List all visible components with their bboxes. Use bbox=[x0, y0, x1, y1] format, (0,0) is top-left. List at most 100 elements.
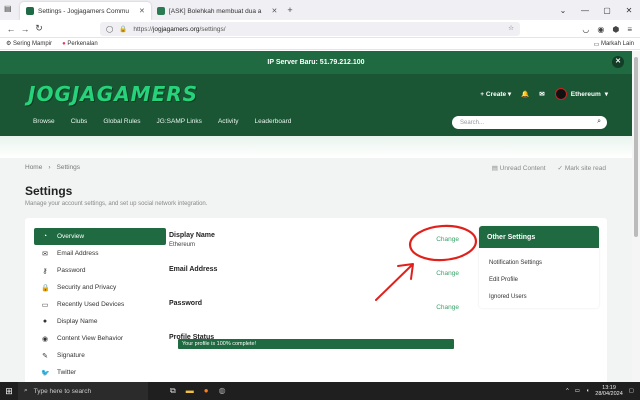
window-controls: ⌄ — ▢ ✕ bbox=[552, 0, 640, 20]
sidebar-item-display-name[interactable]: ● Display Name bbox=[34, 313, 166, 330]
breadcrumb-actions: ▤ Unread Content ✓ Mark site read bbox=[492, 164, 606, 172]
ignored-users-link[interactable]: Ignored Users bbox=[479, 288, 599, 305]
tab-settings[interactable]: Settings - Jogjagamers Commu ✕ bbox=[20, 2, 151, 20]
envelope-icon[interactable]: ✉ bbox=[539, 90, 544, 98]
task-view-icon[interactable]: ⧉ bbox=[170, 386, 176, 396]
change-display-name-button[interactable]: Change bbox=[436, 236, 459, 243]
notification-settings-link[interactable]: Notification Settings bbox=[479, 254, 599, 271]
pencil-icon: ✎ bbox=[42, 352, 48, 360]
header-band bbox=[0, 136, 632, 158]
account-icon[interactable]: ◉ bbox=[597, 25, 604, 34]
close-tab-icon[interactable]: ✕ bbox=[139, 7, 145, 15]
envelope-icon: ✉ bbox=[42, 250, 48, 258]
display-name-row: Display Name Ethereum Change bbox=[169, 232, 459, 248]
sidebar-item-overview[interactable]: ◔ Overview bbox=[34, 228, 166, 245]
email-row: Email Address Change bbox=[169, 266, 459, 277]
bookmarks-bar: ⚙ Sering Mampir ● Perkenalan ▭ Markah La… bbox=[0, 38, 640, 50]
notifications-icon[interactable]: ▢ bbox=[629, 388, 634, 394]
settings-sidebar: ◔ Overview ✉ Email Address ⚷ Password 🔒 Secu… bbox=[34, 228, 166, 381]
tray-chevron-icon[interactable]: ^ bbox=[566, 388, 569, 394]
menu-icon[interactable]: ≡ bbox=[627, 25, 632, 34]
close-icon[interactable]: ✕ bbox=[612, 56, 624, 68]
lock-icon[interactable]: 🔒 bbox=[119, 25, 127, 33]
back-icon[interactable]: ← bbox=[4, 24, 18, 34]
taskbar-search-input[interactable]: ⌕ Type here to search bbox=[18, 382, 148, 400]
firefox-icon[interactable]: ● bbox=[204, 386, 209, 396]
tab-list-icon[interactable]: ▤ bbox=[4, 4, 14, 14]
site-header: JOGJAGAMERS + Create ▾ 🔔 ✉ Ethereum ▾ Br… bbox=[0, 74, 632, 136]
other-bookmarks[interactable]: ▭ Markah Lain bbox=[594, 38, 634, 50]
announcement-text: IP Server Baru: 51.79.212.100 bbox=[267, 59, 365, 66]
toolbar-right: ◡ ◉ ⬢ ≡ bbox=[582, 20, 632, 38]
address-bar[interactable]: ◯ 🔒 https://jogjagamers.org/settings/ ☆ bbox=[100, 22, 520, 36]
new-tab-icon[interactable]: + bbox=[287, 5, 292, 15]
edit-profile-link[interactable]: Edit Profile bbox=[479, 271, 599, 288]
site-favicon-icon bbox=[26, 7, 34, 15]
extensions-icon[interactable]: ⬢ bbox=[612, 25, 619, 34]
scrollbar-thumb[interactable] bbox=[634, 57, 638, 237]
sidebar-item-devices[interactable]: ▭ Recently Used Devices bbox=[34, 296, 166, 313]
twitter-icon: 🐦 bbox=[41, 369, 50, 377]
bookmark-perkenalan[interactable]: ● Perkenalan bbox=[62, 41, 98, 47]
clock[interactable]: 13:19 28/04/2024 bbox=[595, 385, 623, 398]
reload-icon[interactable]: ↻ bbox=[32, 23, 46, 34]
shield-icon[interactable]: ◯ bbox=[106, 25, 113, 33]
sidebar-item-twitter[interactable]: 🐦 Twitter bbox=[34, 364, 166, 381]
breadcrumb: Home › Settings bbox=[25, 164, 81, 171]
close-window-icon[interactable]: ✕ bbox=[618, 6, 640, 15]
profile-progress-bar: Your profile is 100% complete! bbox=[178, 339, 454, 349]
password-row: Password Change bbox=[169, 300, 459, 311]
search-icon: ⌕ bbox=[24, 387, 28, 394]
page-title: Settings bbox=[25, 184, 73, 198]
password-label: Password bbox=[169, 300, 203, 307]
user-bar: + Create ▾ 🔔 ✉ Ethereum ▾ bbox=[480, 88, 608, 100]
volume-icon[interactable]: ◖ bbox=[586, 388, 589, 394]
sidebar-item-password[interactable]: ⚷ Password bbox=[34, 262, 166, 279]
menu-item-browse[interactable]: Browse bbox=[33, 118, 55, 125]
minimize-icon[interactable]: — bbox=[574, 6, 596, 15]
maximize-icon[interactable]: ▢ bbox=[596, 6, 618, 15]
network-icon[interactable]: ▭ bbox=[575, 388, 580, 394]
user-icon: ● bbox=[42, 318, 48, 325]
taskbar-apps: ⧉ ▬ ● ◍ bbox=[170, 386, 226, 396]
search-icon[interactable]: ⌕ bbox=[597, 118, 601, 126]
menu-item-samp-links[interactable]: JG:SAMP Links bbox=[157, 118, 202, 125]
user-menu[interactable]: Ethereum ▾ bbox=[554, 88, 608, 100]
file-explorer-icon[interactable]: ▬ bbox=[186, 386, 194, 396]
change-password-button[interactable]: Change bbox=[436, 304, 459, 311]
menu-item-clubs[interactable]: Clubs bbox=[71, 118, 88, 125]
tab-overflow-icon[interactable]: ⌄ bbox=[552, 6, 574, 15]
tab-ask[interactable]: [ASK] Bolehkah membuat dua a ✕ bbox=[151, 2, 283, 20]
create-button[interactable]: + Create ▾ bbox=[480, 90, 511, 98]
menu-item-global-rules[interactable]: Global Rules bbox=[103, 118, 140, 125]
search-input[interactable]: Search... ⌕ bbox=[452, 116, 607, 129]
breadcrumb-home[interactable]: Home bbox=[25, 164, 42, 171]
bell-icon[interactable]: 🔔 bbox=[521, 90, 529, 98]
change-email-button[interactable]: Change bbox=[436, 270, 459, 277]
menu-item-activity[interactable]: Activity bbox=[218, 118, 239, 125]
sidebar-item-content-view[interactable]: ◉ Content View Behavior bbox=[34, 330, 166, 347]
site-favicon-icon bbox=[156, 7, 165, 15]
bookmark-star-icon[interactable]: ☆ bbox=[508, 24, 514, 32]
menu-item-leaderboard[interactable]: Leaderboard bbox=[255, 118, 292, 125]
windows-taskbar: ⊞ ⌕ Type here to search ⧉ ▬ ● ◍ ^ ▭ ◖ 13… bbox=[0, 382, 640, 400]
page-subtitle: Manage your account settings, and set up… bbox=[25, 201, 208, 207]
other-settings-title: Other Settings bbox=[479, 226, 599, 248]
laptop-icon: ▭ bbox=[41, 301, 49, 309]
app-icon[interactable]: ◍ bbox=[219, 386, 226, 396]
mark-read-link[interactable]: ✓ Mark site read bbox=[558, 164, 606, 172]
sidebar-item-email[interactable]: ✉ Email Address bbox=[34, 245, 166, 262]
forward-icon[interactable]: → bbox=[18, 24, 32, 34]
avatar bbox=[554, 88, 567, 100]
display-name-label: Display Name bbox=[169, 232, 215, 239]
close-tab-icon[interactable]: ✕ bbox=[271, 7, 277, 15]
unread-content-link[interactable]: ▤ Unread Content bbox=[492, 164, 546, 172]
pocket-icon[interactable]: ◡ bbox=[582, 25, 589, 34]
site-logo[interactable]: JOGJAGAMERS bbox=[28, 82, 198, 106]
sidebar-item-signature[interactable]: ✎ Signature bbox=[34, 347, 166, 364]
page-scrollbar[interactable] bbox=[632, 51, 640, 382]
windows-start-icon[interactable]: ⊞ bbox=[0, 386, 18, 397]
key-icon: ⚷ bbox=[42, 267, 48, 275]
bookmark-sering-mampir[interactable]: ⚙ Sering Mampir bbox=[6, 40, 52, 47]
sidebar-item-security[interactable]: 🔒 Security and Privacy bbox=[34, 279, 166, 296]
